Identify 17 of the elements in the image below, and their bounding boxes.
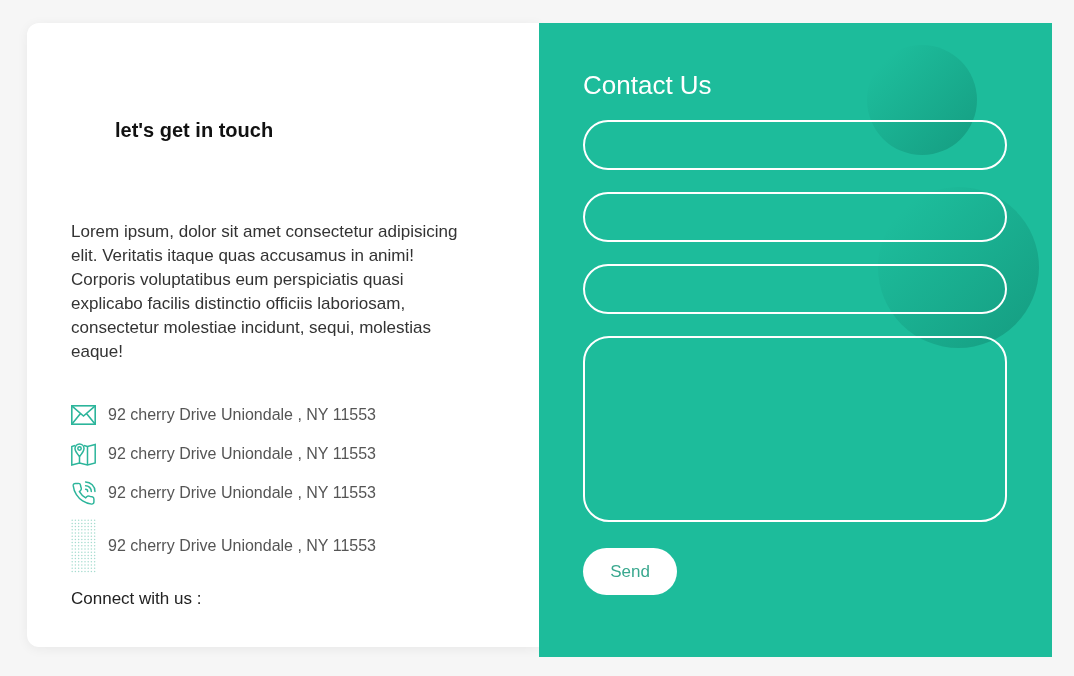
input-field[interactable] bbox=[583, 192, 1007, 242]
connect-label: Connect with us : bbox=[71, 588, 202, 610]
phone-icon bbox=[71, 480, 96, 506]
address-text: 92 cherry Drive Uniondale , NY 11553 bbox=[108, 405, 376, 425]
contact-title: Contact Us bbox=[583, 70, 712, 100]
address-text: 92 cherry Drive Uniondale , NY 11553 bbox=[108, 483, 376, 503]
intro-heading: let's get in touch bbox=[115, 118, 274, 142]
input-field[interactable] bbox=[583, 264, 1007, 314]
map-pin-icon bbox=[71, 442, 96, 466]
address-text: 92 cherry Drive Uniondale , NY 11553 bbox=[108, 444, 376, 464]
send-button[interactable]: Send bbox=[583, 548, 677, 595]
address-text: 92 cherry Drive Uniondale , NY 11553 bbox=[108, 536, 376, 556]
intro-paragraph: Lorem ipsum, dolor sit amet consectetur adipisicing elit. Veritatis itaque quas accusamus in animi! Corporis voluptatibus eum perspiciatis quasi explicabo facilis distinctio officiis laboriosam, consectetur molestiae incidunt, sequi, molestias eaque! bbox=[71, 221, 459, 363]
envelope-icon bbox=[71, 405, 96, 425]
message-field[interactable] bbox=[583, 336, 1007, 522]
input-field[interactable] bbox=[583, 120, 1007, 170]
dot-grid-icon bbox=[71, 519, 96, 573]
